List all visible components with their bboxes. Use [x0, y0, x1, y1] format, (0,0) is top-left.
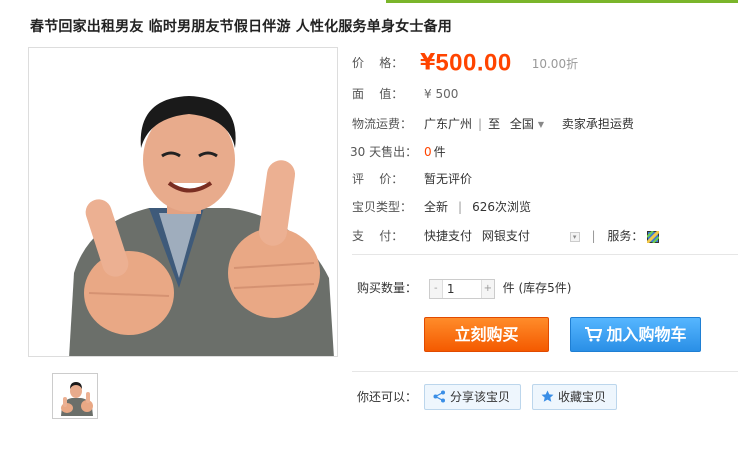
- thumbnail-picture: [55, 376, 95, 416]
- price-amount: 500.00: [435, 49, 512, 77]
- payment-expand-button[interactable]: ▾: [569, 231, 580, 242]
- divider-top: [352, 254, 738, 255]
- main-product-image[interactable]: [28, 47, 338, 357]
- thumbnail-image[interactable]: [52, 373, 98, 419]
- face-value: ¥ 500: [424, 87, 459, 101]
- shipping-destination-select[interactable]: 全国 ▼: [510, 117, 544, 131]
- payment-methods: 快捷支付 网银支付 ▾ | 服务：: [424, 224, 660, 248]
- quantity-input[interactable]: 1: [441, 279, 482, 298]
- top-bar: [0, 0, 738, 3]
- currency-symbol: ¥: [420, 50, 436, 76]
- shipping-to-prefix: 至: [488, 117, 501, 131]
- sales-count: 0: [424, 145, 432, 159]
- payment-label: 支 付：: [352, 229, 404, 243]
- service-guarantee-icon[interactable]: [647, 230, 660, 243]
- item-type-value: 全新 | 626次浏览: [424, 200, 531, 214]
- man-thumbs-up-image: [29, 48, 337, 356]
- favorite-label: 收藏宝贝: [558, 390, 607, 404]
- sales-label: 30 天售出：: [350, 145, 418, 159]
- quantity-stepper: - 1 +: [428, 278, 495, 299]
- share-label: 分享该宝贝: [450, 390, 511, 404]
- sales-unit: 件: [433, 145, 446, 159]
- star-icon: [541, 390, 554, 402]
- item-type-label: 宝贝类型：: [352, 200, 413, 214]
- review-value[interactable]: 暂无评价: [424, 167, 472, 191]
- service-label: 服务：: [607, 229, 644, 243]
- quantity-label: 购买数量：: [357, 281, 418, 295]
- shipping-note: 卖家承担运费: [561, 117, 634, 131]
- buy-now-button[interactable]: 立刻购买: [424, 317, 549, 352]
- review-label: 评 价：: [352, 172, 404, 186]
- sales-value: 0件: [424, 140, 446, 164]
- add-to-cart-label: 加入购物车: [606, 325, 687, 344]
- share-icon: [433, 390, 445, 403]
- product-title: 春节回家出租男友 临时男朋友节假日伴游 人性化服务单身女士备用: [30, 19, 452, 35]
- add-to-cart-button[interactable]: 加入购物车: [570, 317, 701, 352]
- chevron-down-icon: ▼: [537, 119, 545, 129]
- payment-method-bank: 网银支付: [481, 229, 530, 243]
- top-accent-bar: [386, 0, 738, 3]
- price-value: ¥500.00 10.00折: [420, 48, 578, 79]
- more-actions-label: 你还可以：: [357, 390, 418, 404]
- cart-icon: [585, 327, 603, 342]
- shipping-value: 广东广州 | 至 全国 ▼ 卖家承担运费: [424, 117, 634, 131]
- view-count: 626次浏览: [472, 200, 531, 214]
- item-condition: 全新: [424, 200, 449, 214]
- quantity-minus-button[interactable]: -: [429, 279, 442, 298]
- face-value-label: 面 值：: [352, 87, 404, 101]
- shipping-from: 广东广州: [424, 117, 473, 131]
- quantity-row: 购买数量： - 1 + 件 (库存5件): [357, 276, 572, 300]
- divider-bottom: [352, 371, 738, 372]
- discount-text: 10.00折: [531, 56, 579, 71]
- quantity-stock-text: 件 (库存5件): [502, 281, 572, 295]
- favorite-button[interactable]: 收藏宝贝: [532, 384, 618, 410]
- quantity-plus-button[interactable]: +: [481, 279, 494, 298]
- payment-method-quick: 快捷支付: [424, 229, 473, 243]
- shipping-label: 物流运费：: [352, 117, 413, 131]
- price-label: 价 格：: [352, 56, 404, 70]
- share-button[interactable]: 分享该宝贝: [424, 384, 522, 410]
